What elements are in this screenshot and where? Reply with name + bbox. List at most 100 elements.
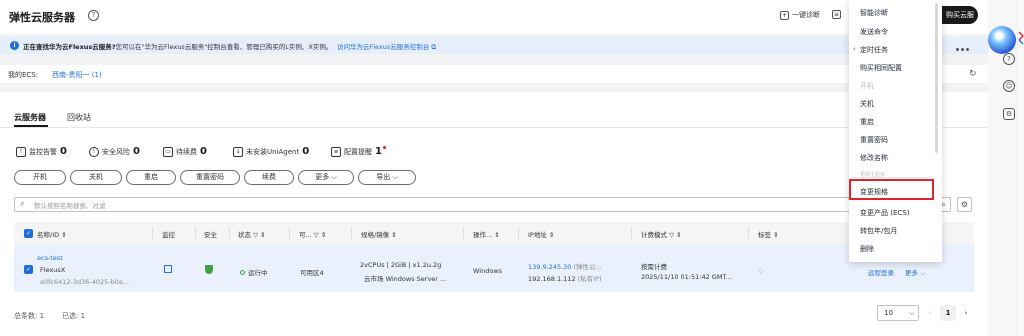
instance-id: a0fc6412-3d36-4025-b0a... (40, 278, 130, 286)
selected-count: 已选: 1 (62, 312, 86, 320)
row-more-link[interactable]: 更多 ⌵ (905, 267, 925, 278)
stat-pending-renewal[interactable]: ▭ 待续费 0 (163, 146, 207, 157)
os-text: Windows (473, 267, 503, 275)
banner-pager-dots[interactable] (956, 44, 978, 51)
reset-password-button[interactable]: 重置密码 (180, 170, 240, 185)
gear-icon[interactable]: ⚙ (1003, 108, 1015, 120)
tab-divider (0, 127, 988, 128)
stat-security-risk[interactable]: ! 安全风险 0 (89, 146, 140, 157)
select-all-checkbox[interactable]: ✓ (24, 229, 33, 238)
remote-login-link[interactable]: 远程登录 (868, 267, 894, 277)
feedback-smile-icon[interactable]: ☺ (1003, 80, 1015, 92)
flexus-console-link[interactable]: 访问华为云Flexus云服务控制台 ⧉ (337, 41, 436, 52)
column-divider[interactable] (229, 227, 230, 239)
search-placeholder: 默认按照名称搜索、过滤 (34, 202, 106, 210)
search-input[interactable] (14, 197, 918, 212)
tag-icon[interactable]: ⬦ (758, 266, 764, 276)
private-ip-address: 192.168.1.112 (私有IP) (528, 275, 602, 283)
alarm-icon: ! (16, 146, 26, 157)
reminder-badge-dot (382, 146, 386, 149)
shield-alert-icon: ! (89, 146, 99, 157)
menu-item-smart-diagnose[interactable]: 智能诊断 (860, 8, 888, 18)
th-name-id[interactable]: 名称/ID ⇕ (37, 229, 67, 239)
th-ip[interactable]: IP地址 ⇕ (528, 229, 554, 239)
stat-config-reminder[interactable]: ≡ 配置提醒 1 (331, 146, 386, 157)
main-card (0, 92, 988, 336)
billing-created-time: 2025/11/10 01:51:42 GMT... (641, 273, 732, 281)
help-icon[interactable]: ? (88, 10, 99, 21)
th-billing[interactable]: 计费模式 ▽ ⇕ (641, 229, 682, 239)
stat-uniagent[interactable]: ↓ 未安装UniAgent 0 (233, 146, 309, 157)
column-divider[interactable] (152, 227, 153, 239)
status-running: 运行中 (240, 267, 268, 277)
th-os[interactable]: 操作... ⇕ (473, 229, 500, 239)
column-divider[interactable] (463, 227, 464, 239)
page-size-select[interactable]: 10 ⌵ (877, 305, 919, 321)
menu-item-scheduled-task[interactable]: 定时任务 (860, 45, 888, 55)
more-actions-button[interactable]: 更多 ⌵ (298, 170, 354, 185)
menu-item-restart[interactable]: 重启 (860, 117, 874, 127)
settings-icon[interactable]: ⚙ (957, 197, 972, 212)
info-icon: i (10, 41, 19, 50)
menu-scrollbar[interactable] (935, 3, 938, 153)
menu-item-send-command[interactable]: 发送命令 (860, 27, 888, 37)
th-az[interactable]: 可... ▽ ⇕ (299, 229, 326, 239)
export-button[interactable]: 导出 ⌵ (358, 170, 416, 185)
header-more-icon[interactable]: ≡ (832, 10, 841, 19)
column-divider[interactable] (748, 227, 749, 239)
column-divider[interactable] (289, 227, 290, 239)
page-1-button[interactable]: 1 (940, 305, 956, 321)
column-divider[interactable] (518, 227, 519, 239)
menu-divider (852, 177, 932, 178)
column-divider[interactable] (631, 227, 632, 239)
card-icon: ▭ (163, 146, 173, 157)
column-divider[interactable] (351, 227, 352, 239)
stat-monitor-alarm[interactable]: ! 监控告警 0 (16, 146, 67, 157)
menu-item-power-on: 开机 (860, 82, 874, 90)
search-icon: ⌕ (20, 199, 25, 208)
diagnose-icon: + (780, 10, 789, 20)
th-tags[interactable]: 标签 ⇕ (758, 229, 779, 239)
more-actions-menu (849, 0, 942, 262)
row-checkbox[interactable]: ✓ (24, 265, 33, 274)
prev-page-icon[interactable]: ‹ (922, 305, 938, 321)
security-shield-icon[interactable] (205, 265, 213, 274)
menu-item-buy-same[interactable]: 购买相同配置 (860, 63, 902, 73)
spec-text: 2vCPUs | 2GiB | x1.2u.2g (360, 261, 442, 269)
help-circle-icon[interactable]: ? (1003, 53, 1015, 65)
menu-item-power-off[interactable]: 关机 (860, 99, 874, 109)
tab-ecs[interactable]: 云服务器 (14, 112, 46, 123)
refresh-icon[interactable]: ↻ (969, 69, 977, 79)
menu-item-delete[interactable]: 删除 (860, 244, 874, 254)
one-click-diagnose-button[interactable]: + 一键诊断 (780, 10, 820, 20)
menu-item-to-yearly-monthly[interactable]: 转包年/包月 (860, 226, 897, 236)
renew-button[interactable]: 续费 (244, 170, 294, 185)
power-on-button[interactable]: 开机 (14, 170, 66, 185)
column-divider[interactable] (195, 227, 196, 239)
instance-name-link[interactable]: ecs-test (37, 254, 63, 262)
region-filter-link[interactable]: 西南-贵阳一 (1) (52, 70, 102, 80)
power-off-button[interactable]: 关机 (70, 170, 122, 185)
next-page-icon[interactable]: › (958, 305, 974, 321)
instance-type: FlexusX (40, 266, 66, 274)
th-spec-image[interactable]: 规格/镜像 ⇕ (361, 229, 397, 239)
billing-mode: 按需计费 (641, 263, 667, 271)
th-security: 安全 (204, 231, 217, 239)
chevron-left-icon: ‹ (853, 45, 856, 53)
th-status[interactable]: 状态 ▽ ⇕ (238, 229, 266, 239)
th-monitor: 监控 (162, 231, 175, 239)
eip-address: 139.9.245.30 (弹性公... (528, 263, 602, 271)
tab-recycle-bin[interactable]: 回收站 (67, 112, 91, 123)
menu-item-rename[interactable]: 修改名称 (860, 153, 888, 163)
ai-assistant-icon[interactable] (988, 26, 1016, 54)
menu-item-change-product[interactable]: 变更产品 (ECS) (860, 208, 909, 218)
region-bar (0, 65, 988, 83)
region-label: 我的ECS: (8, 71, 39, 79)
menu-item-reset-password[interactable]: 重置密码 (860, 135, 888, 145)
monitor-chart-icon[interactable] (164, 265, 172, 273)
page-title: 弹性云服务器 (9, 11, 75, 24)
restart-button[interactable]: 重启 (126, 170, 176, 185)
side-logo-icon (1018, 31, 1024, 45)
image-text: 云市场 Windows Server ... (364, 275, 447, 283)
download-icon: ↓ (233, 146, 243, 157)
